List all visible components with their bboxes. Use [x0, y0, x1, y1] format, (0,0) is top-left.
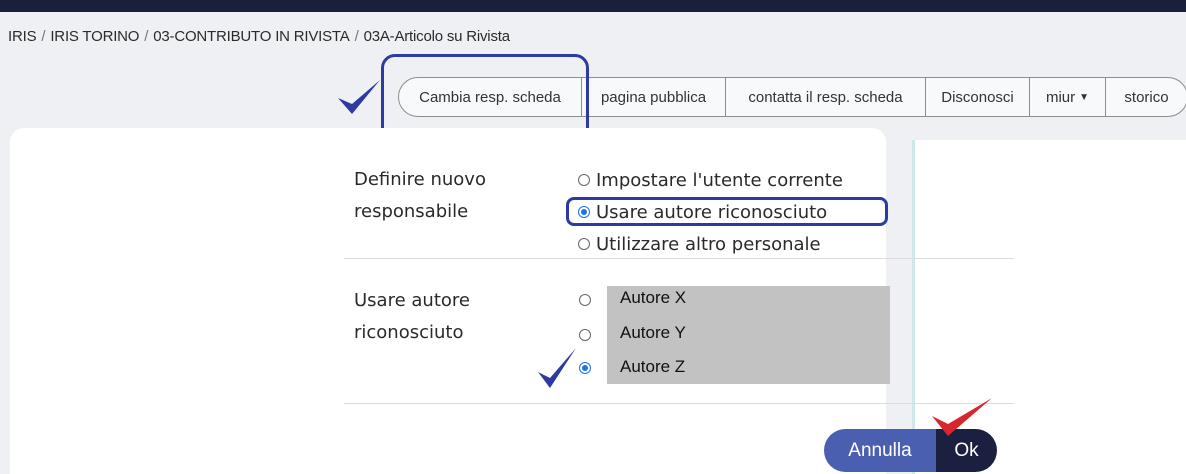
- breadcrumb-item-iris-torino[interactable]: IRIS TORINO: [50, 28, 139, 45]
- radio-author-x[interactable]: [579, 294, 591, 306]
- annotation-checkmark-icon: [538, 348, 576, 388]
- breadcrumb-item-contributo[interactable]: 03-CONTRIBUTO IN RIVISTA: [153, 28, 350, 45]
- breadcrumb-separator: /: [354, 28, 359, 45]
- author-y-label[interactable]: Autore Y: [620, 323, 686, 343]
- miur-dropdown[interactable]: miur ▼: [1030, 77, 1106, 117]
- miur-label: miur: [1045, 88, 1076, 106]
- caret-down-icon: ▼: [1079, 91, 1090, 103]
- author-x-label[interactable]: Autore X: [620, 288, 686, 308]
- history-button[interactable]: storico: [1106, 77, 1186, 117]
- public-page-button[interactable]: pagina pubblica: [582, 77, 726, 117]
- new-owner-label: Definire nuovo responsabile: [354, 164, 486, 228]
- breadcrumb-item-iris[interactable]: IRIS: [8, 28, 37, 45]
- recognized-author-label-line1: Usare autore: [354, 290, 470, 311]
- breadcrumb-separator: /: [144, 28, 149, 45]
- option-other-staff-label: Utilizzare altro personale: [596, 233, 821, 255]
- breadcrumb-separator: /: [41, 28, 46, 45]
- radio-other-staff[interactable]: [578, 238, 590, 250]
- radio-author-z[interactable]: [579, 362, 591, 374]
- contact-owner-button[interactable]: contatta il resp. scheda: [726, 77, 926, 117]
- option-current-user-label: Impostare l'utente corrente: [596, 169, 843, 191]
- annotation-option-highlight: [566, 197, 888, 226]
- annotation-checkmark-icon: [338, 80, 380, 114]
- radio-author-y[interactable]: [579, 329, 591, 341]
- author-z-label[interactable]: Autore Z: [620, 357, 685, 377]
- radio-current-user[interactable]: [578, 174, 590, 186]
- recognized-author-label-line2: riconosciuto: [354, 322, 464, 343]
- cancel-button[interactable]: Annulla: [824, 429, 936, 472]
- annotation-red-checkmark-icon: [932, 398, 992, 436]
- recognized-author-label: Usare autore riconosciuto: [354, 285, 470, 349]
- option-other-staff[interactable]: Utilizzare altro personale: [578, 230, 821, 258]
- new-owner-label-line1: Definire nuovo: [354, 169, 486, 190]
- section-divider: [344, 258, 1014, 259]
- new-owner-label-line2: responsabile: [354, 201, 469, 222]
- option-current-user[interactable]: Impostare l'utente corrente: [578, 166, 843, 194]
- top-bar: [0, 0, 1186, 12]
- breadcrumb: IRIS / IRIS TORINO/03-CONTRIBUTO IN RIVIST…: [8, 28, 510, 45]
- breadcrumb-item-articolo: 03A-Articolo su Rivista: [363, 28, 510, 45]
- section-divider: [344, 403, 1014, 404]
- disown-button[interactable]: Disconosci: [926, 77, 1030, 117]
